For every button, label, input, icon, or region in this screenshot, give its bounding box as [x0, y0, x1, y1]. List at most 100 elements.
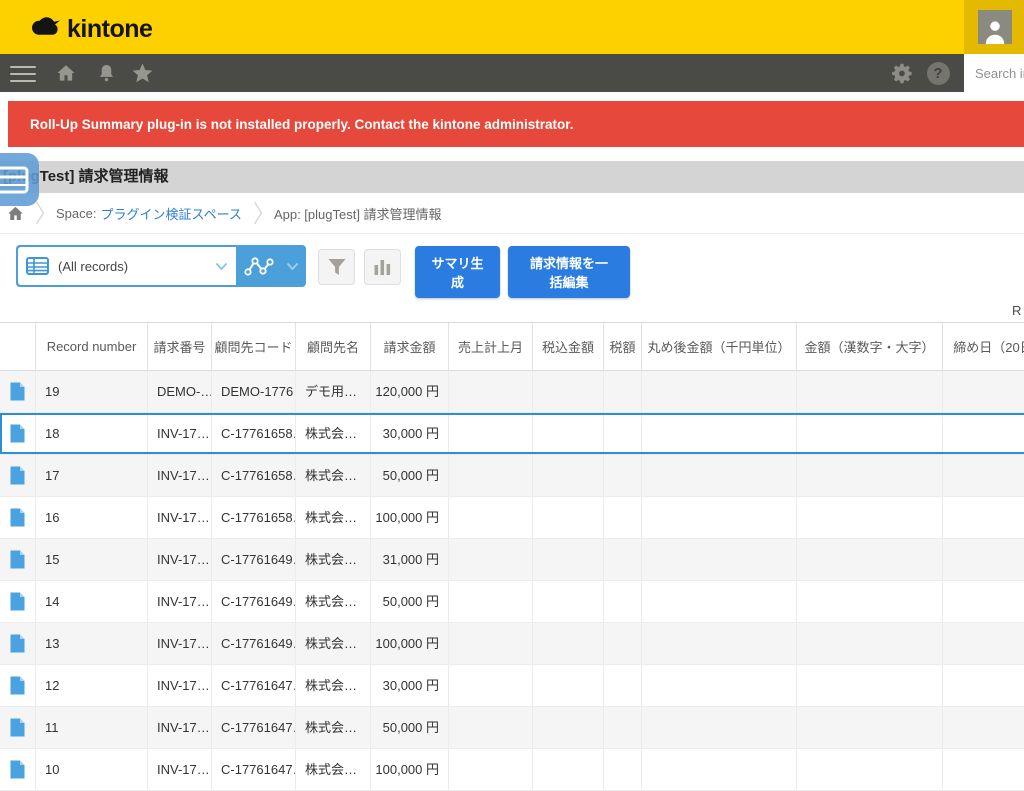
- table-row[interactable]: 17 INV-17… C-17761658… 株式会… 50,000 円: [0, 455, 1024, 497]
- cell-invoice-amount: 30,000 円: [371, 413, 449, 454]
- cell-sales-month: [449, 581, 533, 622]
- menu-icon[interactable]: [10, 66, 36, 87]
- cell-invoice-number: INV-17…: [148, 707, 212, 748]
- global-search-input[interactable]: Search in: [964, 54, 1024, 92]
- cell-tax: [604, 749, 642, 790]
- app-icon[interactable]: [0, 153, 39, 206]
- cell-record-number: 13: [36, 623, 148, 664]
- cell-closing-day: [943, 371, 1024, 412]
- cell-kanji-amount: [797, 581, 943, 622]
- cell-client-code: C-17761658…: [212, 455, 296, 496]
- graph-view-dropdown[interactable]: [236, 245, 306, 287]
- cell-record-number: 14: [36, 581, 148, 622]
- cell-rounded-amount: [642, 413, 797, 454]
- cell-invoice-amount: 100,000 円: [371, 623, 449, 664]
- cell-client-name: 株式会…: [296, 455, 371, 496]
- record-cell-icon[interactable]: [0, 707, 36, 748]
- question-mark-icon: ?: [927, 62, 950, 85]
- cell-rounded-amount: [642, 623, 797, 664]
- header-cell: 丸め後金額（千円単位）: [642, 323, 797, 370]
- cell-invoice-number: DEMO-…: [148, 371, 212, 412]
- breadcrumb-home-icon[interactable]: [7, 205, 24, 222]
- cell-client-name: 株式会…: [296, 497, 371, 538]
- cell-invoice-number: INV-17…: [148, 497, 212, 538]
- cell-invoice-amount: 50,000 円: [371, 707, 449, 748]
- cell-kanji-amount: [797, 539, 943, 580]
- cell-kanji-amount: [797, 665, 943, 706]
- record-document-icon: [10, 382, 25, 401]
- cell-tax-included: [533, 623, 604, 664]
- cell-kanji-amount: [797, 497, 943, 538]
- cell-client-code: C-17761658…: [212, 497, 296, 538]
- cell-rounded-amount: [642, 581, 797, 622]
- header-cell: 請求金額: [371, 323, 449, 370]
- table-row[interactable]: 15 INV-17… C-17761649… 株式会… 31,000 円: [0, 539, 1024, 581]
- cell-invoice-number: INV-17…: [148, 455, 212, 496]
- table-row[interactable]: 10 INV-17… C-17761647… 株式会… 100,000 円: [0, 749, 1024, 791]
- chart-button[interactable]: [364, 249, 401, 285]
- record-document-icon: [10, 424, 25, 443]
- cell-tax-included: [533, 455, 604, 496]
- record-cell-icon[interactable]: [0, 539, 36, 580]
- cell-tax: [604, 623, 642, 664]
- filter-button[interactable]: [318, 249, 355, 285]
- favorites-star-icon[interactable]: [130, 54, 154, 92]
- notifications-bell-icon[interactable]: [94, 54, 118, 92]
- cell-record-number: 12: [36, 665, 148, 706]
- cell-tax-included: [533, 413, 604, 454]
- brand-bar: kintone: [0, 0, 1024, 54]
- record-cell-icon[interactable]: [0, 665, 36, 706]
- table-header-row: Record number請求番号顧問先コード顧問先名請求金額売上計上月税込金額…: [0, 323, 1024, 371]
- table-row[interactable]: 16 INV-17… C-17761658… 株式会… 100,000 円: [0, 497, 1024, 539]
- cell-kanji-amount: [797, 623, 943, 664]
- record-cell-icon[interactable]: [0, 623, 36, 664]
- record-document-icon: [10, 508, 25, 527]
- header-cell: Record number: [36, 323, 148, 370]
- search-placeholder: Search in: [975, 66, 1024, 81]
- record-document-icon: [10, 760, 25, 779]
- summary-generate-button[interactable]: サマリ生成: [415, 246, 500, 298]
- cell-rounded-amount: [642, 371, 797, 412]
- cell-client-code: C-17761658…: [212, 413, 296, 454]
- record-table: Record number請求番号顧問先コード顧問先名請求金額売上計上月税込金額…: [0, 322, 1024, 791]
- record-cell-icon[interactable]: [0, 581, 36, 622]
- header-cell: 請求番号: [148, 323, 212, 370]
- record-cell-icon[interactable]: [0, 413, 36, 454]
- header-cell: 売上計上月: [449, 323, 533, 370]
- cell-sales-month: [449, 623, 533, 664]
- header-cell: 金額（漢数字・大字）: [797, 323, 943, 370]
- cell-sales-month: [449, 413, 533, 454]
- cell-sales-month: [449, 707, 533, 748]
- logo-wordmark: kintone: [67, 15, 152, 44]
- cell-sales-month: [449, 665, 533, 706]
- bulk-edit-button[interactable]: 請求情報を一括編集: [508, 246, 630, 298]
- table-row[interactable]: 14 INV-17… C-17761649… 株式会… 50,000 円: [0, 581, 1024, 623]
- table-row[interactable]: 18 INV-17… C-17761658… 株式会… 30,000 円: [0, 413, 1024, 455]
- table-row[interactable]: 11 INV-17… C-17761647… 株式会… 50,000 円: [0, 707, 1024, 749]
- cell-tax-included: [533, 371, 604, 412]
- record-document-icon: [10, 550, 25, 569]
- home-icon[interactable]: [54, 54, 78, 92]
- cell-kanji-amount: [797, 749, 943, 790]
- cell-invoice-amount: 100,000 円: [371, 497, 449, 538]
- space-link[interactable]: プラグイン検証スペース: [100, 204, 241, 223]
- kintone-logo[interactable]: kintone: [26, 13, 152, 46]
- cell-invoice-amount: 30,000 円: [371, 665, 449, 706]
- table-row[interactable]: 13 INV-17… C-17761649… 株式会… 100,000 円: [0, 623, 1024, 665]
- kintone-record-list-page: { "brand": { "logo_text": "kintone", "ye…: [0, 0, 1024, 768]
- record-cell-icon[interactable]: [0, 749, 36, 790]
- record-cell-icon[interactable]: [0, 497, 36, 538]
- record-cell-icon[interactable]: [0, 371, 36, 412]
- cell-rounded-amount: [642, 707, 797, 748]
- record-cell-icon[interactable]: [0, 455, 36, 496]
- record-document-icon: [10, 718, 25, 737]
- table-row[interactable]: 12 INV-17… C-17761647… 株式会… 30,000 円: [0, 665, 1024, 707]
- user-avatar[interactable]: [978, 10, 1012, 44]
- view-dropdown[interactable]: (All records): [18, 247, 236, 285]
- cell-sales-month: [449, 749, 533, 790]
- settings-gear-icon[interactable]: [890, 54, 914, 92]
- table-row[interactable]: 19 DEMO-… DEMO-1776… デモ用… 120,000 円: [0, 371, 1024, 413]
- chevron-down-icon: [215, 262, 228, 271]
- help-icon[interactable]: ?: [926, 54, 950, 92]
- cell-tax: [604, 455, 642, 496]
